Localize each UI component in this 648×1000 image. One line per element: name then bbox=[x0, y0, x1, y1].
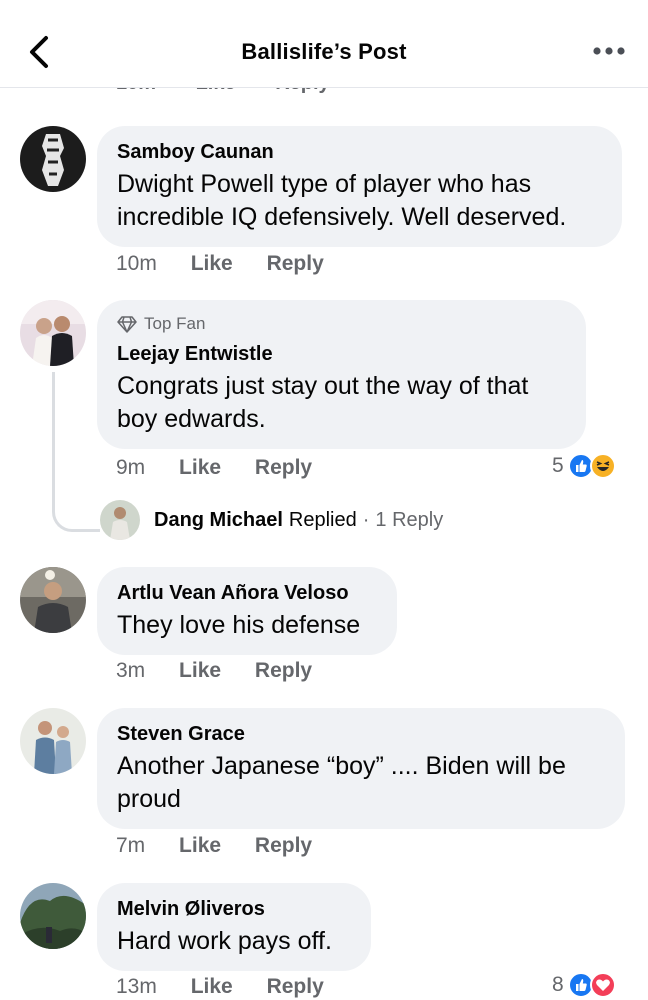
post-header: Ballislife’s Post bbox=[0, 0, 648, 88]
comment-bubble[interactable]: Melvin Øliveros Hard work pays off. bbox=[97, 883, 371, 971]
comment-actions: 3m Like Reply bbox=[116, 659, 340, 683]
comment-text-line: Hard work pays off. bbox=[117, 927, 332, 955]
reaction-summary[interactable]: 8 bbox=[552, 972, 616, 998]
avatar[interactable] bbox=[20, 708, 86, 774]
comment-bubble[interactable]: Artlu Vean Añora Veloso They love his de… bbox=[97, 567, 397, 655]
avatar[interactable] bbox=[20, 567, 86, 633]
reply-button[interactable]: Reply bbox=[267, 975, 324, 998]
comment-text-line: Congrats just stay out the way of that bbox=[117, 372, 529, 400]
like-button[interactable]: Like bbox=[191, 975, 233, 998]
reply-button[interactable]: Reply bbox=[255, 659, 312, 682]
comment-text: Hard work pays off. bbox=[117, 925, 351, 958]
comment-bubble[interactable]: Samboy Caunan Dwight Powell type of play… bbox=[97, 126, 622, 247]
comment-text: Dwight Powell type of player who has inc… bbox=[117, 168, 602, 234]
comment-author[interactable]: Steven Grace bbox=[117, 721, 605, 747]
comment-bubble[interactable]: Steven Grace Another Japanese “boy” ....… bbox=[97, 708, 625, 829]
avatar[interactable] bbox=[20, 126, 86, 192]
badge-label: Top Fan bbox=[144, 314, 206, 333]
separator-dot: · bbox=[362, 508, 370, 531]
reply-verb: Replied bbox=[288, 508, 357, 531]
like-button[interactable]: Like bbox=[179, 834, 221, 857]
reply-author: Dang Michael bbox=[154, 508, 283, 531]
love-icon bbox=[589, 972, 616, 998]
comment-author[interactable]: Leejay Entwistle bbox=[117, 341, 566, 367]
comment-text-line: Dwight Powell type of player who has bbox=[117, 170, 532, 198]
reaction-count: 5 bbox=[552, 454, 564, 477]
comment-actions: 13m Like Reply bbox=[116, 975, 352, 999]
comment-author[interactable]: Samboy Caunan bbox=[117, 139, 602, 165]
page-title: Ballislife’s Post bbox=[241, 39, 407, 64]
like-button[interactable]: Like bbox=[191, 252, 233, 275]
comment-text-line: boy edwards. bbox=[117, 405, 266, 433]
top-fan-badge: Top Fan bbox=[117, 313, 566, 335]
comment-text-line: incredible IQ defensively. Well deserved… bbox=[117, 203, 567, 231]
reply-count: 1 Reply bbox=[375, 508, 444, 531]
comment-time: 7m bbox=[116, 834, 146, 857]
avatar bbox=[100, 500, 140, 540]
diamond-icon bbox=[117, 316, 137, 333]
avatar[interactable] bbox=[20, 883, 86, 949]
comment-time: 9m bbox=[116, 456, 146, 479]
comment-bubble[interactable]: Top Fan Leejay Entwistle Congrats just s… bbox=[97, 300, 586, 449]
like-button[interactable]: Like bbox=[179, 659, 221, 682]
avatar[interactable] bbox=[20, 300, 86, 366]
comment-author[interactable]: Melvin Øliveros bbox=[117, 896, 351, 922]
comment-author[interactable]: Artlu Vean Añora Veloso bbox=[117, 580, 377, 606]
comment-text: Another Japanese “boy” .... Biden will b… bbox=[117, 750, 605, 816]
more-horizontal-icon bbox=[593, 47, 625, 55]
reply-button[interactable]: Reply bbox=[255, 834, 312, 857]
more-options-button[interactable] bbox=[592, 40, 626, 62]
reply-button[interactable]: Reply bbox=[255, 456, 312, 479]
comment-time: 3m bbox=[116, 659, 146, 682]
comment-time: 10m bbox=[116, 252, 157, 275]
view-replies-link[interactable]: Dang Michael Replied · 1 Reply bbox=[100, 500, 443, 540]
thread-connector bbox=[52, 372, 100, 532]
comment-text-line: Another Japanese “boy” .... Biden will b… bbox=[117, 752, 566, 780]
comment-text-line: They love his defense bbox=[117, 611, 361, 639]
comment-time: 13m bbox=[116, 975, 157, 998]
reply-button[interactable]: Reply bbox=[267, 252, 324, 275]
comment-text-line: proud bbox=[117, 785, 181, 813]
comment-actions: 10m Like Reply bbox=[116, 252, 352, 276]
like-button[interactable]: Like bbox=[179, 456, 221, 479]
comment-actions: 9m Like Reply bbox=[116, 456, 340, 480]
comment-text: They love his defense bbox=[117, 609, 377, 642]
reaction-summary[interactable]: 5 bbox=[552, 453, 616, 479]
comment-text: Congrats just stay out the way of that b… bbox=[117, 370, 566, 436]
reaction-count: 8 bbox=[552, 973, 564, 996]
comment-actions: 7m Like Reply bbox=[116, 834, 340, 858]
haha-icon bbox=[589, 453, 616, 479]
